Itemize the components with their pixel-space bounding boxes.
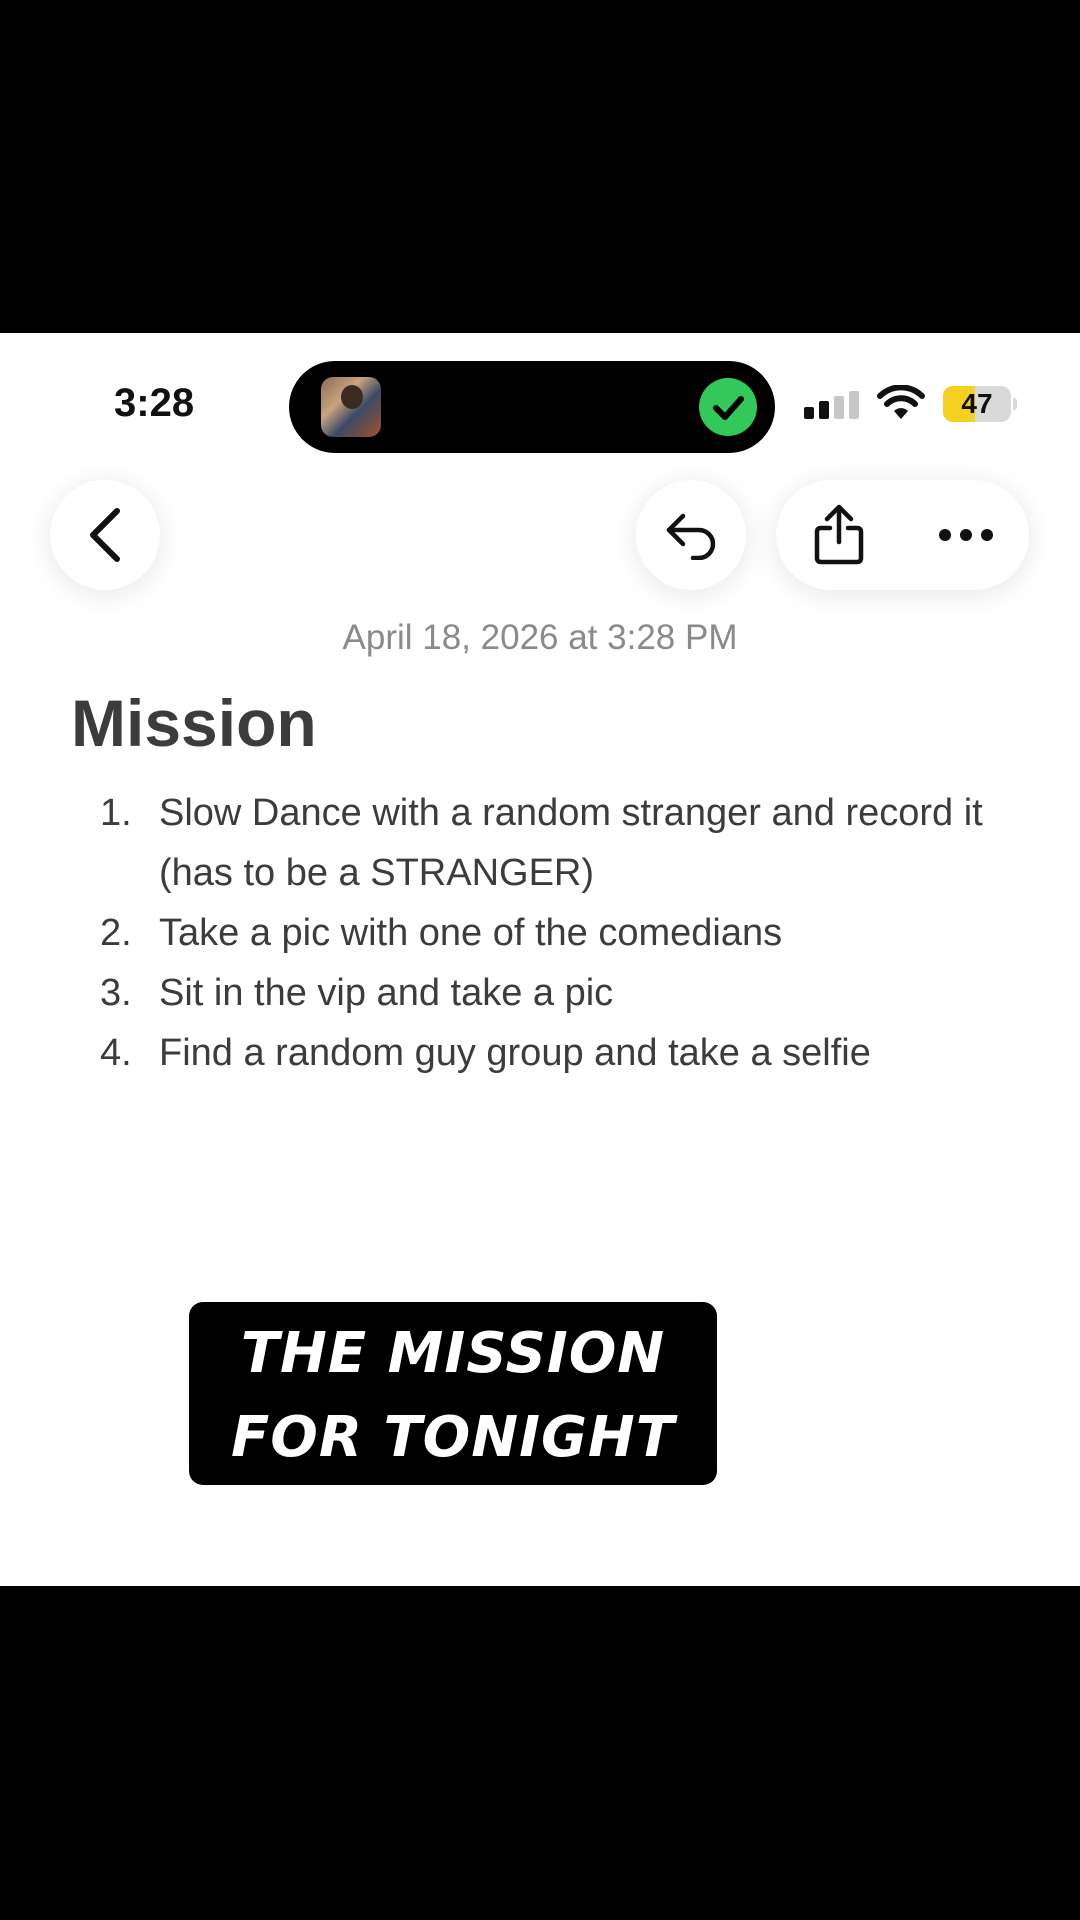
share-button[interactable] <box>776 480 902 590</box>
chevron-left-icon <box>90 508 120 562</box>
list-item[interactable]: 4. Find a random guy group and take a se… <box>100 1023 1000 1083</box>
caption-line-2: FOR TONIGHT <box>230 1405 675 1470</box>
list-item-number: 3. <box>100 972 132 1014</box>
cellular-signal-icon <box>804 391 859 419</box>
list-item-text: Sit in the vip and take a pic <box>159 972 614 1014</box>
battery-body: 47 <box>943 386 1011 422</box>
wifi-icon <box>877 385 925 419</box>
back-button[interactable] <box>50 480 160 590</box>
list-item-text: Slow Dance with a random stranger and re… <box>159 792 983 894</box>
mission-list[interactable]: 1. Slow Dance with a random stranger and… <box>100 783 1000 1083</box>
undo-icon <box>666 513 716 560</box>
battery-icon: 47 <box>943 386 1017 422</box>
status-time: 3:28 <box>114 381 195 425</box>
share-icon <box>814 504 864 565</box>
more-button[interactable] <box>902 480 1029 590</box>
actions-pill <box>776 480 1029 590</box>
dynamic-island[interactable] <box>289 361 775 453</box>
video-frame: 3:28 47 April 18, 2026 at 3:28 PM Missio… <box>0 0 1080 1920</box>
list-item-text: Take a pic with one of the comedians <box>159 912 783 954</box>
phone-screen: 3:28 47 April 18, 2026 at 3:28 PM Missio… <box>0 333 1080 1586</box>
more-icon <box>938 529 993 541</box>
list-item-text: Find a random guy group and take a selfi… <box>159 1032 871 1074</box>
battery-level: 47 <box>961 388 993 419</box>
note-title[interactable]: Mission <box>71 685 317 761</box>
battery-cap <box>1013 398 1017 410</box>
video-caption: THE MISSION FOR TONIGHT <box>189 1302 717 1485</box>
list-item[interactable]: 3. Sit in the vip and take a pic <box>100 963 1000 1023</box>
list-item-number: 1. <box>100 792 132 834</box>
note-date: April 18, 2026 at 3:28 PM <box>342 618 738 657</box>
list-item-number: 4. <box>100 1032 132 1074</box>
list-item-number: 2. <box>100 912 132 954</box>
list-item[interactable]: 1. Slow Dance with a random stranger and… <box>100 783 1000 903</box>
check-icon <box>699 378 757 436</box>
island-thumbnail <box>321 377 381 437</box>
undo-button[interactable] <box>636 480 746 590</box>
list-item[interactable]: 2. Take a pic with one of the comedians <box>100 903 1000 963</box>
caption-line-1: THE MISSION <box>240 1321 666 1386</box>
